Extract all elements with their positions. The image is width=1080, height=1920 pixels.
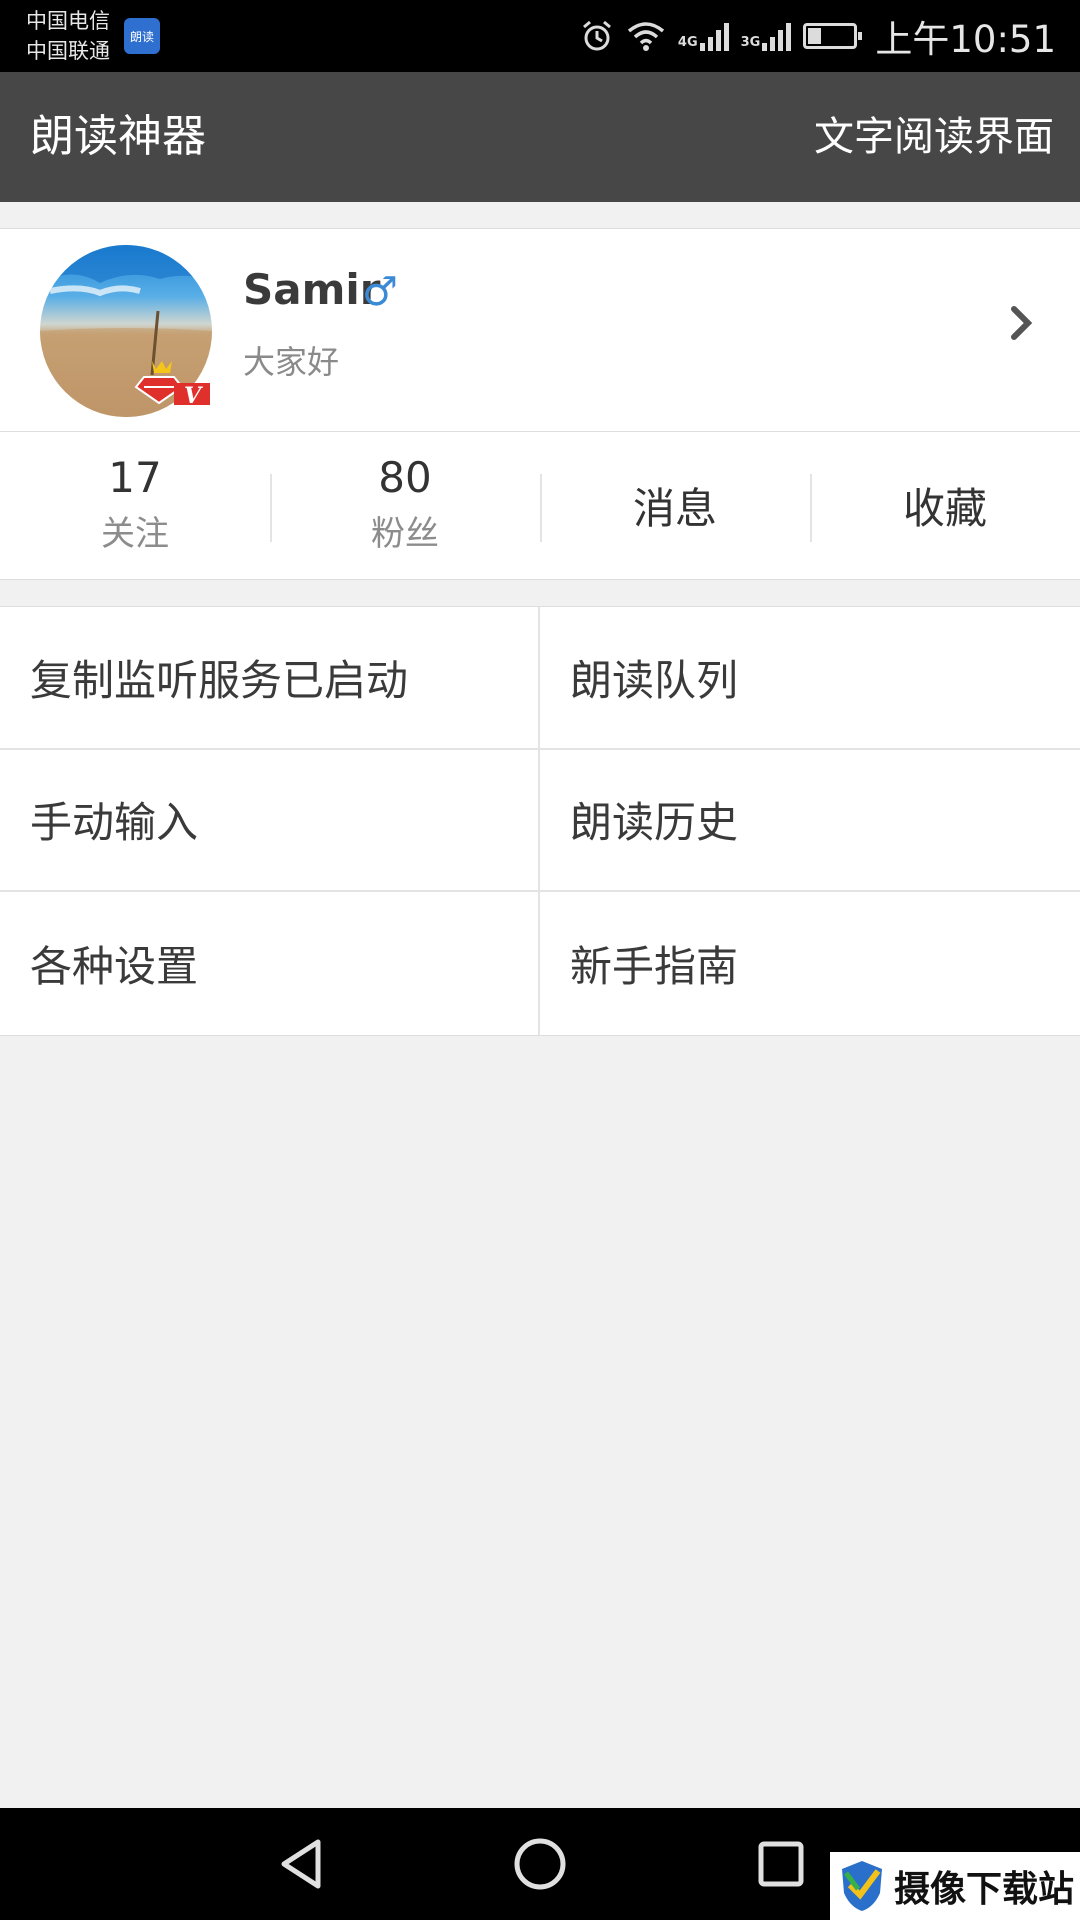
read-history-item[interactable]: 朗读历史 [540,750,1080,893]
shield-logo-icon [842,1861,882,1911]
stats-row: 17 关注 80 粉丝 消息 收藏 [0,432,1080,580]
read-queue-item[interactable]: 朗读队列 [540,607,1080,750]
favorites-label: 收藏 [902,484,987,533]
male-gender-icon: ♂ [362,269,398,315]
fans-label: 粉丝 [371,513,439,554]
settings-item[interactable]: 各种设置 [0,892,540,1035]
chevron-right-icon[interactable] [1010,303,1034,343]
text-reading-view-button[interactable]: 文字阅读界面 [814,72,1054,202]
app-notification-icon: 朗读 [124,18,160,54]
wifi-icon [626,20,666,52]
vip-label: V [184,383,202,409]
fans-count: 80 [378,452,432,502]
app-bar: 朗读神器 文字阅读界面 [0,72,1080,202]
status-icons: 4G 3G 上午10:51 [580,0,1056,72]
home-icon[interactable] [512,1836,568,1892]
guide-item[interactable]: 新手指南 [540,892,1080,1035]
carrier-info: 中国电信 中国联通 [26,6,110,66]
following-label: 关注 [101,513,169,554]
copy-monitor-item[interactable]: 复制监听服务已启动 [0,607,540,750]
alarm-icon [580,19,614,53]
messages-button[interactable]: 消息 [540,432,810,579]
carrier-1: 中国电信 [26,9,110,33]
user-name: Samir [243,265,381,314]
watermark-text: 摄像下载站 [894,1868,1075,1910]
following-stat[interactable]: 17 关注 [0,432,270,579]
app-title: 朗读神器 [30,111,206,162]
back-icon[interactable] [276,1836,326,1892]
messages-label: 消息 [632,484,717,533]
watermark: 摄像下载站 [830,1852,1080,1920]
fans-stat[interactable]: 80 粉丝 [270,432,540,579]
manual-input-item[interactable]: 手动输入 [0,749,540,893]
signal-3g-icon: 3G [741,21,792,51]
net-3g-label: 3G [740,35,761,50]
net-4g-label: 4G [677,35,698,50]
profile-card[interactable]: V Samir ♂ 大家好 [0,228,1080,432]
following-count: 17 [108,452,162,502]
carrier-2: 中国联通 [26,39,110,63]
battery-icon [803,23,863,49]
favorites-button[interactable]: 收藏 [810,432,1080,579]
status-bar: 中国电信 中国联通 朗读 4G 3G 上午10:51 [0,0,1080,72]
user-signature: 大家好 [243,343,340,381]
clock: 上午10:51 [875,18,1056,61]
signal-4g-icon: 4G [678,21,729,51]
menu-grid: 复制监听服务已启动 朗读队列 手动输入 朗读历史 各种设置 新手指南 [0,606,1080,1036]
recent-apps-icon[interactable] [756,1836,806,1892]
battery-level [808,28,822,44]
